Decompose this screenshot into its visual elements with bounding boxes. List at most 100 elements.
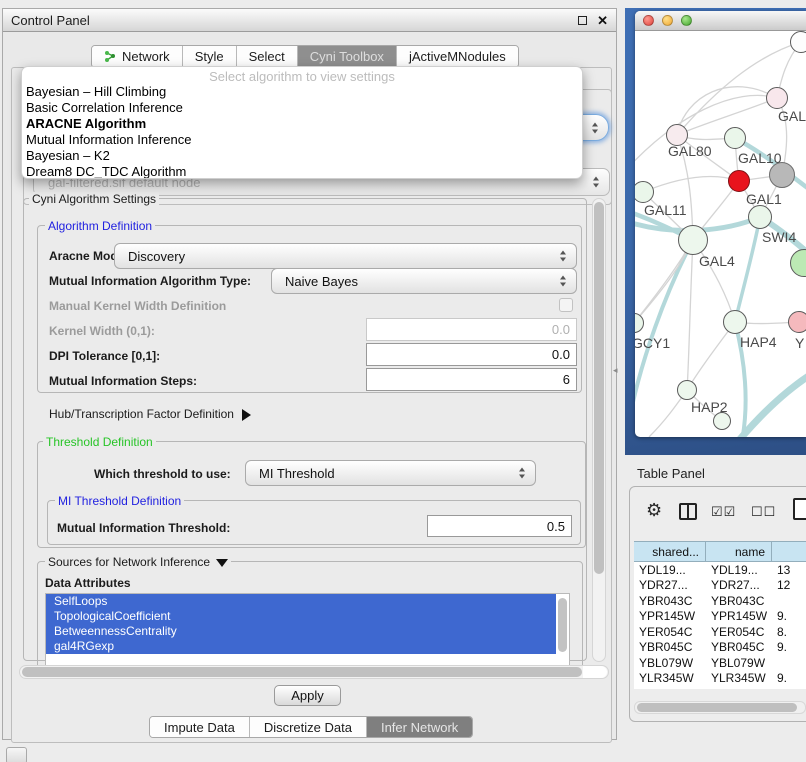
aracne-mode-combo[interactable]: Discovery bbox=[114, 243, 577, 269]
cell: YDL19... bbox=[634, 562, 706, 578]
stepper-icon bbox=[519, 468, 526, 479]
cell: YBR045C bbox=[706, 640, 772, 656]
node-label: GAL4 bbox=[699, 253, 735, 269]
attribute-item[interactable]: gal4RGexp bbox=[46, 639, 556, 654]
table-row[interactable]: YBL079WYBL079W bbox=[634, 655, 806, 671]
which-threshold-value: MI Threshold bbox=[259, 466, 335, 481]
cell: YPR145W bbox=[706, 609, 772, 625]
network-node-hap2[interactable] bbox=[677, 380, 697, 400]
stepper-icon bbox=[560, 276, 567, 287]
table-row[interactable]: YER054CYER054C8. bbox=[634, 624, 806, 640]
zoom-traffic-light-icon[interactable] bbox=[681, 15, 692, 26]
splitter-handle[interactable]: ◂ bbox=[613, 365, 618, 376]
popup-item[interactable]: Mutual Information Inference bbox=[22, 132, 582, 148]
dpi-tolerance-field[interactable]: 0.0 bbox=[366, 343, 577, 366]
popup-item[interactable]: Basic Correlation Inference bbox=[22, 100, 582, 116]
tab-jactivemnodules[interactable]: jActiveMNodules bbox=[397, 46, 518, 67]
scrollbar-thumb[interactable] bbox=[594, 202, 604, 574]
settings-vertical-scrollbar[interactable] bbox=[592, 198, 606, 662]
network-node-gal1[interactable] bbox=[728, 170, 750, 192]
column-header[interactable]: name bbox=[706, 541, 772, 562]
deselect-all-columns-icon[interactable]: ☐☐ bbox=[751, 504, 776, 520]
settings-group-title: Cyni Algorithm Settings bbox=[29, 192, 159, 206]
close-traffic-light-icon[interactable] bbox=[643, 15, 654, 26]
data-attributes-label: Data Attributes bbox=[45, 576, 131, 590]
tab-cyni-toolbox[interactable]: Cyni Toolbox bbox=[298, 46, 397, 67]
network-node-hap4[interactable] bbox=[723, 310, 747, 334]
attribute-item[interactable]: TopologicalCoefficient bbox=[46, 609, 556, 624]
column-header[interactable]: shared... bbox=[634, 541, 706, 562]
list-scrollbar-thumb[interactable] bbox=[558, 598, 567, 652]
node-label: GAL bbox=[778, 108, 806, 124]
tab-impute-data[interactable]: Impute Data bbox=[150, 717, 250, 737]
attribute-item[interactable]: BetweennessCentrality bbox=[46, 624, 556, 639]
network-node-swi4[interactable] bbox=[748, 205, 772, 229]
popup-item[interactable]: Dream8 DC_TDC Algorithm bbox=[22, 164, 582, 179]
mi-type-combo[interactable]: Naive Bayes bbox=[271, 268, 577, 294]
tab-select[interactable]: Select bbox=[237, 46, 298, 67]
stepper-icon bbox=[592, 122, 599, 133]
cell: YDL19... bbox=[706, 562, 772, 578]
network-view[interactable]: GAL GAL80 GAL10 GAL1 SWI4 GAL11 GAL4 GCY… bbox=[635, 31, 806, 437]
table-row[interactable]: YPR145WYPR145W9. bbox=[634, 609, 806, 625]
cell: YPR145W bbox=[634, 609, 706, 625]
tab-style[interactable]: Style bbox=[183, 46, 237, 67]
table-horizontal-scrollbar[interactable] bbox=[634, 701, 806, 714]
mi-type-value: Naive Bayes bbox=[285, 274, 358, 289]
table-row[interactable]: YDR27...YDR27...12 bbox=[634, 578, 806, 594]
select-all-columns-icon[interactable]: ☑☑ bbox=[711, 504, 736, 520]
scrollbar-thumb[interactable] bbox=[637, 703, 797, 712]
column-layout-icon[interactable] bbox=[679, 503, 697, 520]
cell: 13 bbox=[772, 562, 806, 578]
network-window-titlebar bbox=[635, 11, 806, 31]
cell: YIL052C bbox=[706, 686, 772, 689]
dpi-tolerance-label: DPI Tolerance [0,1]: bbox=[49, 349, 160, 363]
aracne-mode-value: Discovery bbox=[128, 249, 185, 264]
tab-infer-network[interactable]: Infer Network bbox=[367, 717, 472, 737]
panel-title: Control Panel bbox=[11, 13, 578, 28]
popup-item[interactable]: Bayesian – K2 bbox=[22, 148, 582, 164]
manual-kernel-checkbox[interactable] bbox=[559, 298, 573, 312]
table-row[interactable]: YBR045CYBR045C9. bbox=[634, 640, 806, 656]
settings-horizontal-scrollbar[interactable] bbox=[19, 665, 609, 679]
attribute-item[interactable]: SelfLoops bbox=[46, 594, 556, 609]
stepper-icon bbox=[593, 177, 600, 188]
popup-item[interactable]: Bayesian – Hill Climbing bbox=[22, 84, 582, 100]
top-tabstrip: Network Style Select Cyni Toolbox jActiv… bbox=[91, 45, 519, 68]
mi-steps-field[interactable]: 6 bbox=[366, 368, 577, 391]
mi-steps-label: Mutual Information Steps: bbox=[49, 374, 197, 388]
kernel-width-field[interactable]: 0.0 bbox=[366, 318, 577, 341]
gear-icon[interactable]: ⚙ bbox=[646, 501, 662, 519]
close-icon[interactable]: ✕ bbox=[597, 16, 608, 25]
table-row[interactable]: YIL052CYIL052C9. bbox=[634, 686, 806, 689]
collapse-panel-button[interactable] bbox=[6, 747, 27, 762]
cell: 9. bbox=[772, 686, 806, 689]
cell bbox=[772, 593, 806, 609]
tab-label: Style bbox=[195, 49, 224, 64]
network-node[interactable] bbox=[788, 311, 806, 333]
table-row[interactable]: YDL19...YDL19...13 bbox=[634, 562, 806, 578]
tab-label: Cyni Toolbox bbox=[310, 49, 384, 64]
tab-network[interactable]: Network bbox=[92, 46, 183, 67]
hub-definition-toggle[interactable]: Hub/Transcription Factor Definition bbox=[49, 407, 251, 421]
apply-button[interactable]: Apply bbox=[274, 685, 341, 706]
float-window-icon[interactable] bbox=[578, 16, 587, 25]
network-node-gal4[interactable] bbox=[678, 225, 708, 255]
mi-threshold-field[interactable]: 0.5 bbox=[427, 515, 572, 537]
stepper-icon bbox=[560, 251, 567, 262]
table-row[interactable]: YLR345WYLR345W9. bbox=[634, 671, 806, 687]
column-header[interactable] bbox=[772, 541, 806, 562]
which-threshold-combo[interactable]: MI Threshold bbox=[245, 460, 536, 486]
tab-discretize-data[interactable]: Discretize Data bbox=[250, 717, 367, 737]
sources-toggle[interactable]: Sources for Network Inference bbox=[45, 555, 231, 569]
table-row[interactable]: YBR043CYBR043C bbox=[634, 593, 806, 609]
cell: 9. bbox=[772, 640, 806, 656]
network-node[interactable] bbox=[790, 31, 806, 53]
document-icon[interactable] bbox=[793, 498, 806, 520]
network-node[interactable] bbox=[766, 87, 788, 109]
node-label: GAL1 bbox=[746, 191, 782, 207]
popup-item-selected[interactable]: ARACNE Algorithm bbox=[22, 116, 582, 132]
network-node-gal10[interactable] bbox=[724, 127, 746, 149]
minimize-traffic-light-icon[interactable] bbox=[662, 15, 673, 26]
scrollbar-thumb[interactable] bbox=[22, 667, 582, 677]
